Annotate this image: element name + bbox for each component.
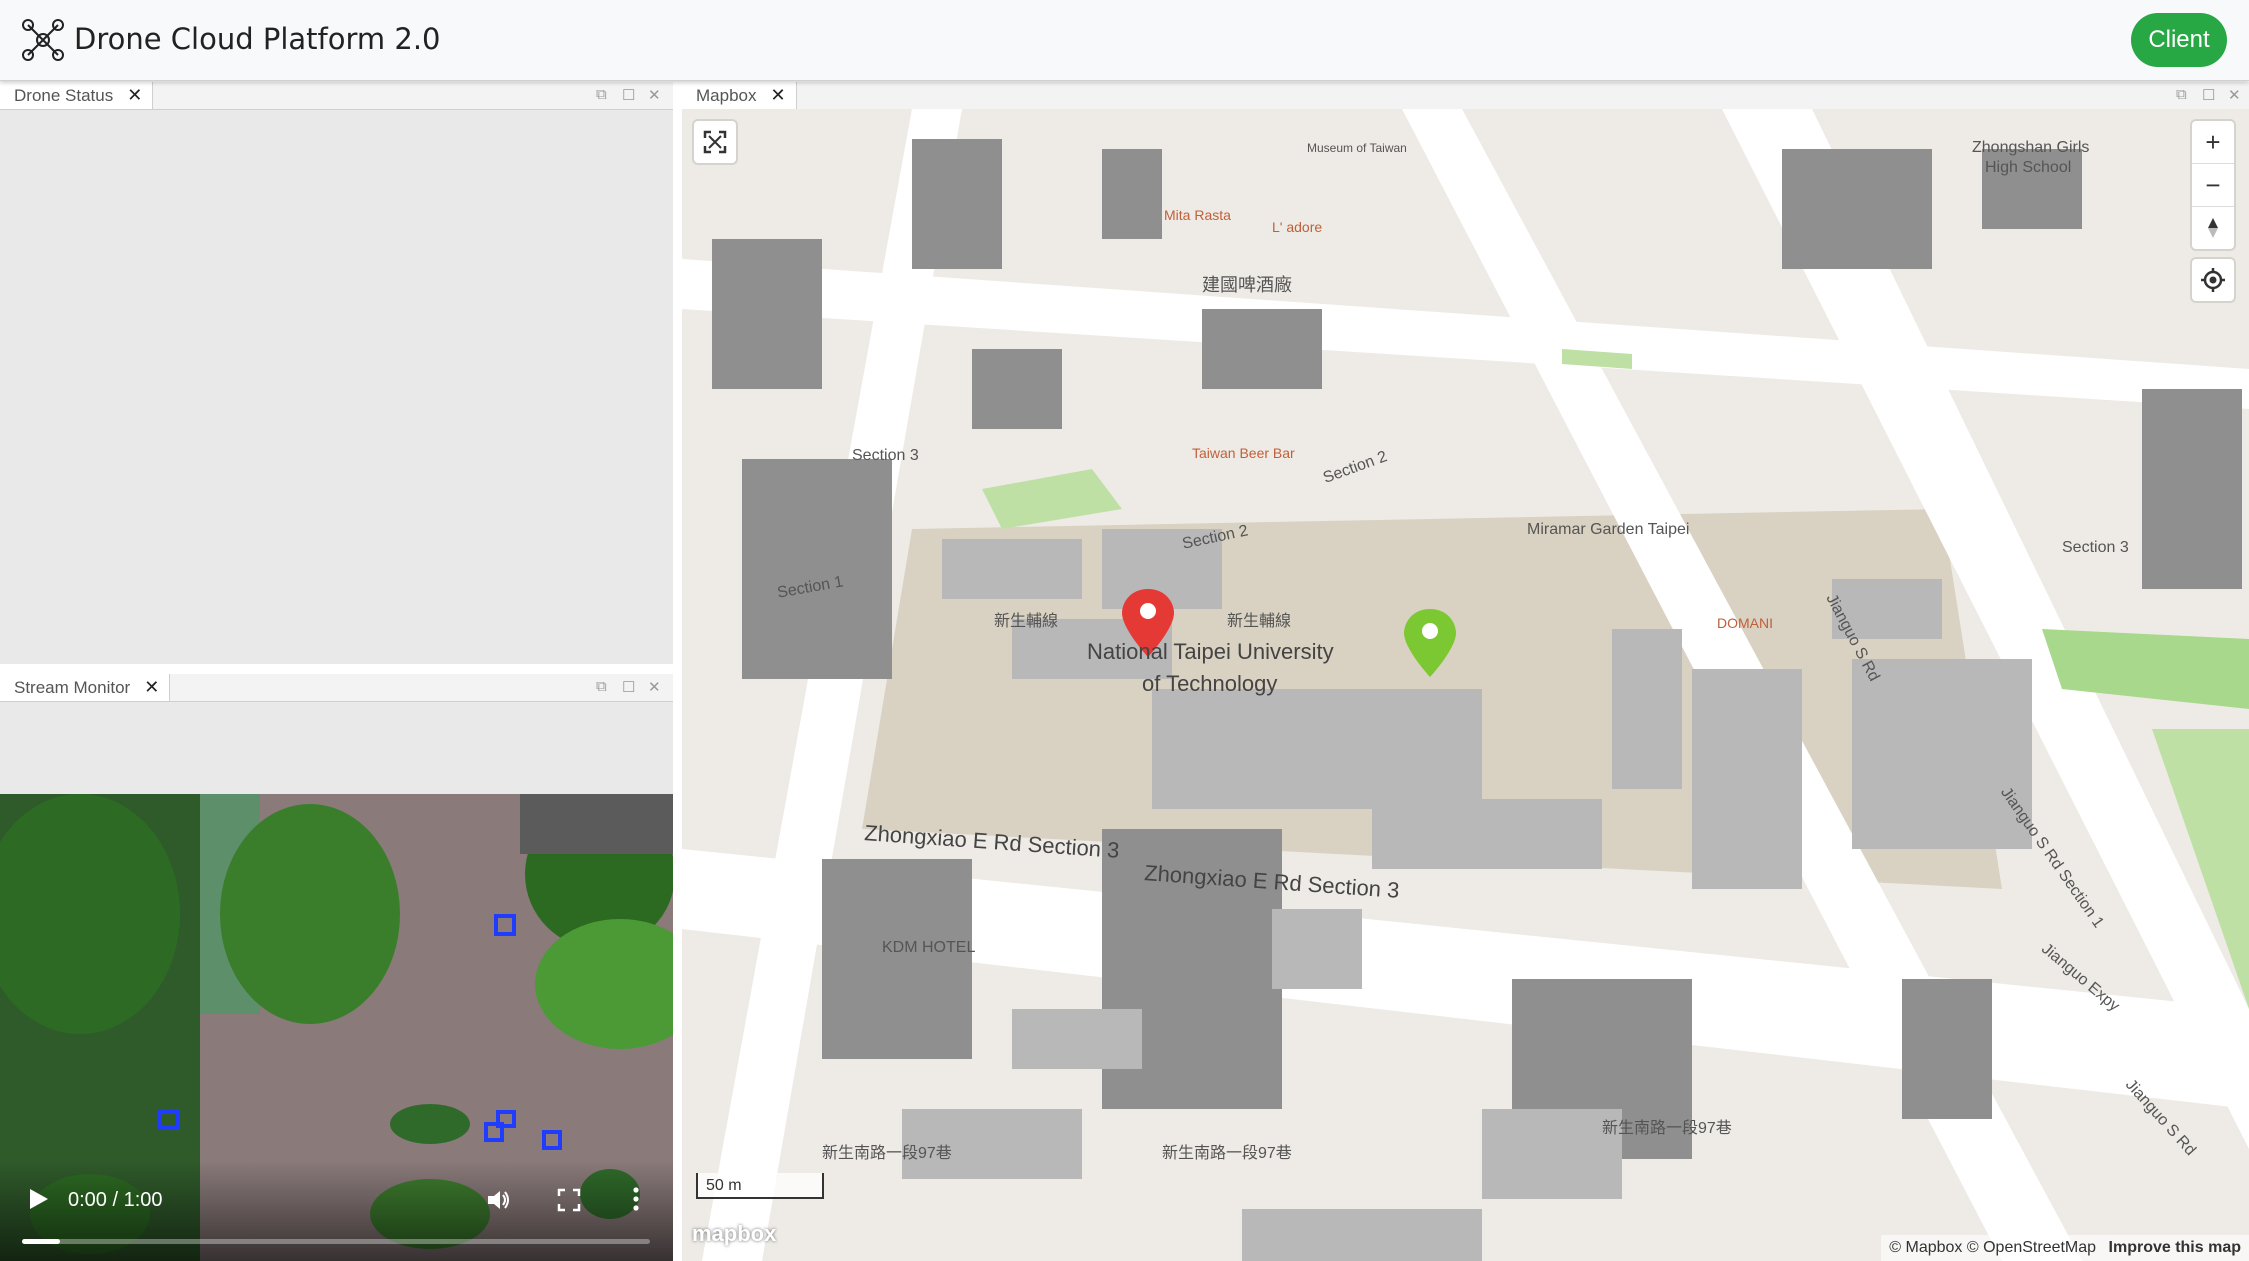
popout-icon[interactable]: ⧉ — [596, 678, 607, 695]
map-label-kdm-hotel: KDM HOTEL — [882, 939, 976, 956]
locate-icon — [2201, 268, 2225, 292]
map-label-section-3b: Section 3 — [2062, 539, 2129, 556]
map-attribution: © Mapbox © OpenStreetMap Improve this ma… — [1881, 1235, 2249, 1261]
close-icon[interactable]: ✕ — [2228, 86, 2241, 104]
map-label-zhongshan-2: High School — [1985, 159, 2072, 176]
video-progress-fill — [22, 1239, 60, 1244]
stream-monitor-panel: Stream Monitor ✕ ⧉ ☐ ✕ 0:00 / 1:00 — [0, 674, 673, 1261]
maximize-icon[interactable]: ☐ — [2202, 86, 2215, 104]
drone-status-panel: Drone Status ✕ ⧉ ☐ ✕ — [0, 82, 673, 664]
video-time: 0:00 / 1:00 — [68, 1189, 163, 1211]
map-label-xinsheng-n2: 新生輔線 — [1227, 613, 1292, 630]
tab-drone-status[interactable]: Drone Status ✕ — [0, 82, 154, 109]
improve-map-link[interactable]: Improve this map — [2109, 1239, 2241, 1256]
map-base — [682, 109, 2249, 1261]
video-controls: 0:00 / 1:00 — [0, 1161, 673, 1261]
play-icon[interactable] — [26, 1187, 50, 1211]
map-label-section-3: Section 3 — [852, 447, 919, 464]
map-attribution-text[interactable]: © Mapbox © OpenStreetMap — [1889, 1239, 2096, 1256]
map-label-ntut-2: of Technology — [1142, 671, 1278, 696]
close-icon[interactable]: ✕ — [770, 85, 785, 106]
close-icon[interactable]: ✕ — [144, 677, 159, 698]
app-header: Drone Cloud Platform 2.0 Client — [0, 0, 2249, 81]
popout-icon[interactable]: ⧉ — [2176, 86, 2187, 103]
zoom-in-button[interactable]: + — [2192, 121, 2234, 164]
map-label-beer-factory: 建國啤酒廠 — [1202, 275, 1292, 295]
close-icon[interactable]: ✕ — [648, 678, 661, 696]
expand-icon — [703, 130, 727, 154]
map-canvas[interactable]: National Taipei University of Technology… — [682, 109, 2249, 1261]
maximize-icon[interactable]: ☐ — [622, 86, 635, 104]
map-label-miramar: Miramar Garden Taipei — [1527, 521, 1690, 538]
mapbox-panel: Mapbox ✕ ⧉ ☐ ✕ National Taipei Universit… — [682, 82, 2249, 1261]
mapbox-logo[interactable]: mapbox — [692, 1221, 776, 1247]
compass-icon — [2208, 218, 2218, 238]
client-button[interactable]: Client — [2131, 13, 2227, 67]
map-geolocate-control — [2192, 259, 2234, 301]
map-label-taiwan-beer-bar: Taiwan Beer Bar — [1192, 445, 1295, 461]
panel-divider-horizontal[interactable] — [0, 664, 673, 674]
more-options-icon[interactable] — [630, 1185, 642, 1213]
close-icon[interactable]: ✕ — [648, 86, 661, 104]
tab-mapbox[interactable]: Mapbox ✕ — [682, 82, 797, 109]
popout-icon[interactable]: ⧉ — [596, 86, 607, 103]
mapbox-tabbar: Mapbox ✕ ⧉ ☐ ✕ — [682, 82, 2249, 110]
map-label-ntut: National Taipei University — [1087, 639, 1334, 664]
compass-button[interactable] — [2192, 207, 2234, 249]
map-fullscreen-button[interactable] — [694, 121, 736, 163]
map-scale: 50 m — [696, 1173, 824, 1199]
fullscreen-icon[interactable] — [556, 1187, 582, 1213]
map-label-xinsheng-1: 新生南路一段97巷 — [822, 1145, 952, 1162]
stream-video[interactable]: 0:00 / 1:00 — [0, 794, 673, 1261]
video-progress[interactable] — [22, 1239, 650, 1244]
panel-divider-vertical[interactable] — [673, 82, 682, 1261]
volume-icon[interactable] — [486, 1187, 512, 1213]
map-label-domani: DOMANI — [1717, 615, 1773, 631]
map-label-xinsheng-n1: 新生輔線 — [994, 613, 1059, 630]
stream-monitor-tabbar: Stream Monitor ✕ ⧉ ☐ ✕ — [0, 674, 673, 702]
tab-drone-status-label: Drone Status — [14, 85, 114, 105]
map-label-ladore: L' adore — [1272, 219, 1323, 235]
tab-mapbox-label: Mapbox — [696, 85, 757, 105]
geolocate-button[interactable] — [2192, 259, 2234, 301]
tab-stream-monitor-label: Stream Monitor — [14, 677, 131, 697]
map-navigation-control: + − — [2192, 121, 2234, 249]
map-label-xinsheng-3: 新生南路一段97巷 — [1602, 1120, 1732, 1137]
zoom-out-button[interactable]: − — [2192, 164, 2234, 207]
map-label-zhongshan: Zhongshan Girls — [1972, 139, 2090, 156]
close-icon[interactable]: ✕ — [127, 85, 142, 106]
map-label-museum: Museum of Taiwan — [1307, 141, 1407, 155]
drone-icon — [22, 19, 64, 61]
map-label-mita-rasta: Mita Rasta — [1164, 207, 1231, 223]
app-title: Drone Cloud Platform 2.0 — [74, 22, 441, 56]
maximize-icon[interactable]: ☐ — [622, 678, 635, 696]
map-label-xinsheng-2: 新生南路一段97巷 — [1162, 1145, 1292, 1162]
tab-stream-monitor[interactable]: Stream Monitor ✕ — [0, 674, 171, 701]
drone-status-tabbar: Drone Status ✕ ⧉ ☐ ✕ — [0, 82, 673, 110]
